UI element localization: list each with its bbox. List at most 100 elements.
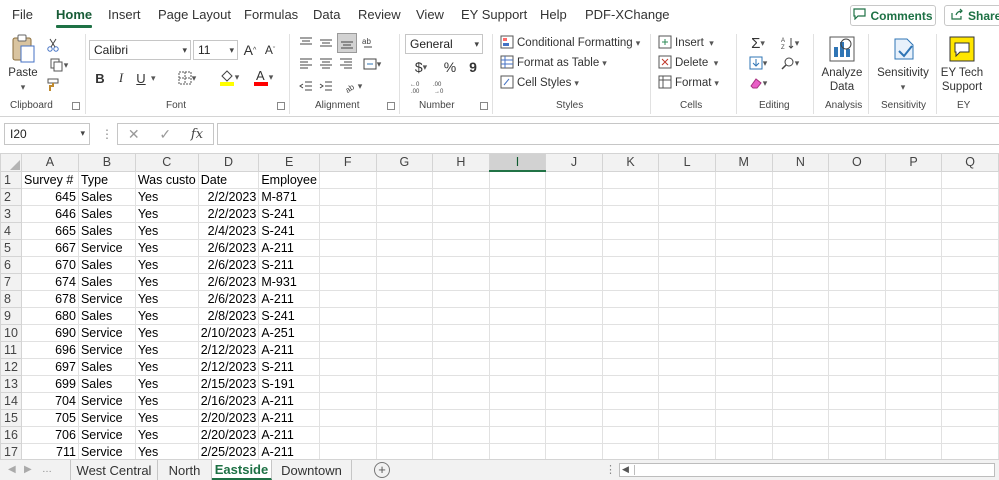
cell-n13[interactable] bbox=[771, 374, 830, 393]
cell-j16[interactable] bbox=[545, 425, 603, 444]
cell-f6[interactable] bbox=[318, 255, 377, 274]
cell-o2[interactable] bbox=[828, 187, 886, 206]
cell-m5[interactable] bbox=[714, 238, 773, 257]
cell-l17[interactable] bbox=[658, 442, 716, 459]
cell-k8[interactable] bbox=[601, 289, 660, 308]
cell-k17[interactable] bbox=[601, 442, 660, 459]
cell-a6[interactable]: 670 bbox=[20, 255, 79, 274]
formula-input[interactable] bbox=[217, 123, 999, 145]
cell-o13[interactable] bbox=[828, 374, 886, 393]
cell-n4[interactable] bbox=[771, 221, 830, 240]
cell-e1[interactable]: Employee bbox=[258, 170, 320, 189]
cell-k10[interactable] bbox=[601, 323, 660, 342]
column-header-q[interactable]: Q bbox=[941, 153, 999, 172]
cell-g17[interactable] bbox=[375, 442, 434, 459]
cell-styles-button[interactable]: Cell Styles ▾ bbox=[500, 74, 590, 92]
cell-b10[interactable]: Service bbox=[77, 323, 136, 342]
number-format-select[interactable]: General ▾ bbox=[405, 34, 483, 54]
select-all-corner[interactable] bbox=[0, 153, 22, 172]
cell-i7[interactable] bbox=[488, 272, 547, 291]
cell-m7[interactable] bbox=[714, 272, 773, 291]
cell-i3[interactable] bbox=[488, 204, 547, 223]
cell-q13[interactable] bbox=[941, 374, 999, 393]
tab-splitter-icon[interactable]: ⋮ bbox=[605, 463, 616, 476]
cell-i10[interactable] bbox=[488, 323, 547, 342]
column-header-d[interactable]: D bbox=[197, 153, 260, 172]
enter-icon[interactable]: ✓ bbox=[159, 126, 171, 143]
cell-q17[interactable] bbox=[941, 442, 999, 459]
cell-f3[interactable] bbox=[318, 204, 377, 223]
sheet-tab-west-central[interactable]: West Central bbox=[70, 460, 158, 480]
cell-n16[interactable] bbox=[771, 425, 830, 444]
column-header-i[interactable]: I bbox=[488, 153, 547, 172]
increase-indent-icon[interactable] bbox=[317, 78, 335, 94]
cell-c5[interactable]: Yes bbox=[134, 238, 199, 257]
comma-button[interactable]: 9 bbox=[466, 57, 480, 77]
cell-h7[interactable] bbox=[432, 272, 490, 291]
cell-b2[interactable]: Sales bbox=[77, 187, 136, 206]
cell-j11[interactable] bbox=[545, 340, 603, 359]
row-header[interactable]: 16 bbox=[0, 425, 22, 444]
grow-font-button[interactable]: A ^ bbox=[242, 40, 258, 60]
cell-g11[interactable] bbox=[375, 340, 434, 359]
cell-l15[interactable] bbox=[658, 408, 716, 427]
cell-m2[interactable] bbox=[714, 187, 773, 206]
cell-i16[interactable] bbox=[488, 425, 547, 444]
cell-b4[interactable]: Sales bbox=[77, 221, 136, 240]
cell-p1[interactable] bbox=[884, 170, 943, 189]
alignment-launcher[interactable] bbox=[387, 102, 395, 110]
column-header-b[interactable]: B bbox=[77, 153, 136, 172]
cell-l9[interactable] bbox=[658, 306, 716, 325]
cell-q16[interactable] bbox=[941, 425, 999, 444]
cell-p10[interactable] bbox=[884, 323, 943, 342]
align-center-icon[interactable] bbox=[317, 56, 335, 72]
cell-g8[interactable] bbox=[375, 289, 434, 308]
column-header-p[interactable]: P bbox=[884, 153, 943, 172]
cell-g14[interactable] bbox=[375, 391, 434, 410]
cell-c13[interactable]: Yes bbox=[134, 374, 199, 393]
cell-q14[interactable] bbox=[941, 391, 999, 410]
cell-f11[interactable] bbox=[318, 340, 377, 359]
cell-b12[interactable]: Sales bbox=[77, 357, 136, 376]
row-header[interactable]: 7 bbox=[0, 272, 22, 291]
cell-h15[interactable] bbox=[432, 408, 490, 427]
cell-o14[interactable] bbox=[828, 391, 886, 410]
cell-a2[interactable]: 645 bbox=[20, 187, 79, 206]
cell-h13[interactable] bbox=[432, 374, 490, 393]
column-header-e[interactable]: E bbox=[258, 153, 320, 172]
tab-file[interactable]: File bbox=[12, 7, 33, 22]
cell-g1[interactable] bbox=[375, 170, 434, 189]
orientation-icon[interactable]: ab ▾ bbox=[339, 76, 367, 96]
shrink-font-button[interactable]: Aˇ bbox=[262, 40, 278, 60]
cell-h17[interactable] bbox=[432, 442, 490, 459]
cell-l3[interactable] bbox=[658, 204, 716, 223]
cell-h4[interactable] bbox=[432, 221, 490, 240]
cell-e3[interactable]: S-241 bbox=[258, 204, 320, 223]
cell-o10[interactable] bbox=[828, 323, 886, 342]
tab-data[interactable]: Data bbox=[313, 7, 340, 22]
cell-b3[interactable]: Sales bbox=[77, 204, 136, 223]
cell-p16[interactable] bbox=[884, 425, 943, 444]
cell-a10[interactable]: 690 bbox=[20, 323, 79, 342]
row-header[interactable]: 6 bbox=[0, 255, 22, 274]
cell-k4[interactable] bbox=[601, 221, 660, 240]
cell-c15[interactable]: Yes bbox=[134, 408, 199, 427]
italic-button[interactable]: I bbox=[114, 68, 128, 88]
cell-p12[interactable] bbox=[884, 357, 943, 376]
column-header-a[interactable]: A bbox=[20, 153, 79, 172]
paste-button[interactable]: Paste ▾ bbox=[6, 34, 40, 94]
cell-j6[interactable] bbox=[545, 255, 603, 274]
cell-e17[interactable]: A-211 bbox=[258, 442, 320, 459]
cell-p6[interactable] bbox=[884, 255, 943, 274]
cell-e12[interactable]: S-211 bbox=[258, 357, 320, 376]
cell-g13[interactable] bbox=[375, 374, 434, 393]
cell-i14[interactable] bbox=[488, 391, 547, 410]
cell-g4[interactable] bbox=[375, 221, 434, 240]
scrollbar-thumb[interactable] bbox=[634, 465, 994, 475]
cell-n12[interactable] bbox=[771, 357, 830, 376]
row-header[interactable]: 9 bbox=[0, 306, 22, 325]
comments-button[interactable]: Comments bbox=[850, 5, 936, 26]
cell-n17[interactable] bbox=[771, 442, 830, 459]
cell-c17[interactable]: Yes bbox=[134, 442, 199, 459]
cell-q9[interactable] bbox=[941, 306, 999, 325]
